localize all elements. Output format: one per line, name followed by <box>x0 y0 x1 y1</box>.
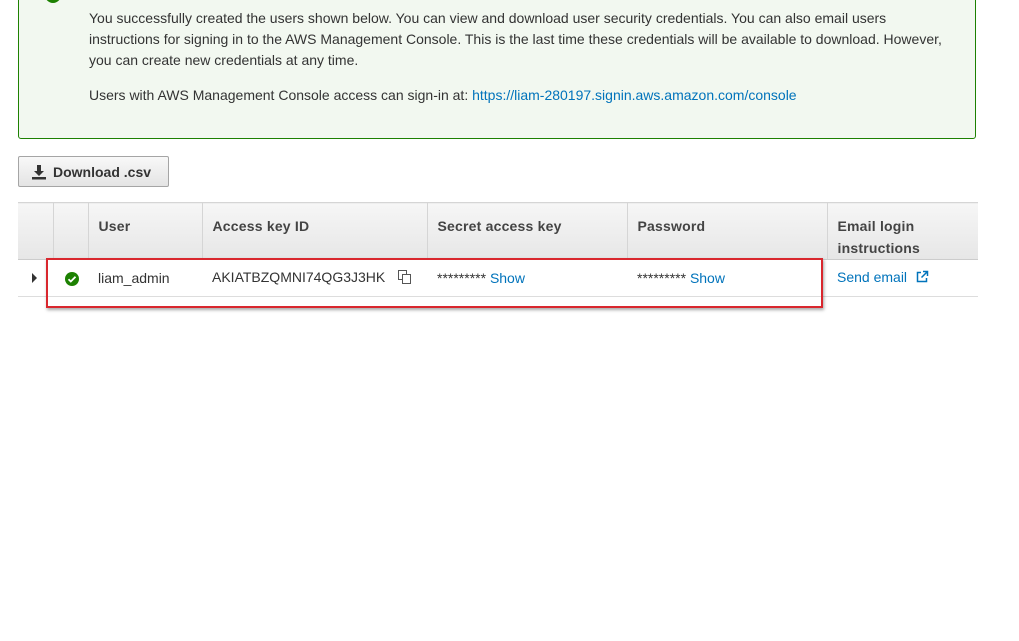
alert-message: You successfully created the users shown… <box>89 10 942 68</box>
signin-url-link[interactable]: https://liam-280197.signin.aws.amazon.co… <box>472 87 797 103</box>
table-row: liam_admin AKIATBZQMNI74QG3J3HK ********… <box>18 259 978 297</box>
success-check-icon <box>65 272 79 287</box>
success-alert: You successfully created the users shown… <box>18 0 976 139</box>
header-password: Password <box>627 202 828 260</box>
show-password-link[interactable]: Show <box>690 270 725 286</box>
users-table: User Access key ID Secret access key Pas… <box>18 202 978 297</box>
show-secret-link[interactable]: Show <box>490 270 525 286</box>
password-cell: ********* Show <box>627 259 827 297</box>
access-key-id-value: AKIATBZQMNI74QG3J3HK <box>212 268 386 285</box>
download-csv-button[interactable]: Download .csv <box>18 156 169 187</box>
email-cell: Send email <box>827 259 978 297</box>
download-icon <box>32 164 46 179</box>
signin-info: Users with AWS Management Console access… <box>89 85 797 106</box>
header-access-key-id: Access key ID <box>202 202 428 260</box>
header-expand <box>18 202 54 260</box>
table-header-row: User Access key ID Secret access key Pas… <box>18 202 978 260</box>
secret-access-key-cell: ********* Show <box>427 259 627 297</box>
signin-prefix: Users with AWS Management Console access… <box>89 87 469 103</box>
success-icon <box>45 0 61 3</box>
header-user: User <box>88 202 203 260</box>
external-link-icon <box>915 270 929 287</box>
password-mask: ********* <box>637 270 687 286</box>
copy-icon[interactable] <box>397 269 413 288</box>
user-name-cell: liam_admin <box>88 259 202 297</box>
header-email-login-instructions: Email login instructions <box>827 202 978 260</box>
send-email-link[interactable]: Send email <box>837 269 907 285</box>
download-csv-label: Download .csv <box>53 163 152 180</box>
access-key-id-cell: AKIATBZQMNI74QG3J3HK <box>202 259 427 297</box>
expand-row-caret-icon[interactable] <box>32 273 37 283</box>
header-secret-access-key: Secret access key <box>427 202 628 260</box>
header-status <box>53 202 89 260</box>
secret-mask: ********* <box>437 270 487 286</box>
